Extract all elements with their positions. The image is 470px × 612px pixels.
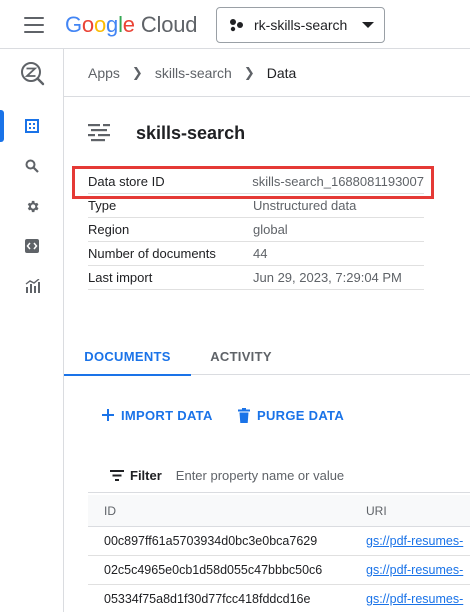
search-icon	[25, 159, 39, 173]
logo-letter: e	[122, 12, 135, 37]
table-row: 00c897ff61a5703934d0bc3e0bca7629 gs://pd…	[88, 527, 470, 556]
data-store-details: Data store ID skills-search_168808119300…	[88, 170, 424, 290]
trash-icon	[238, 407, 250, 423]
column-header-id[interactable]: ID	[88, 504, 366, 518]
detail-row: Data store ID skills-search_168808119300…	[88, 170, 424, 194]
document-id: 00c897ff61a5703934d0bc3e0bca7629	[104, 534, 318, 548]
filter-input[interactable]	[175, 468, 376, 483]
logo-letter: G	[65, 12, 82, 37]
detail-key: Region	[88, 222, 130, 237]
google-cloud-logo[interactable]: Google Cloud	[65, 12, 197, 38]
detail-key: Data store ID	[88, 174, 165, 189]
filter-icon	[110, 470, 124, 481]
project-picker-label: rk-skills-search	[254, 17, 348, 33]
nav-data[interactable]	[0, 106, 64, 146]
plus-icon	[102, 409, 114, 421]
chevron-right-icon: ❯	[243, 64, 255, 80]
detail-row: Last import Jun 29, 2023, 7:29:04 PM	[88, 266, 424, 290]
document-id: 05334f75a8d1f30d77fcc418fddcd16e	[104, 592, 311, 606]
detail-key: Type	[88, 198, 117, 213]
project-picker[interactable]: rk-skills-search	[216, 7, 385, 43]
dashboard-icon	[25, 119, 39, 133]
detail-value: 44	[253, 246, 268, 261]
code-icon	[25, 239, 39, 253]
detail-value: Jun 29, 2023, 7:29:04 PM	[253, 270, 402, 285]
detail-key: Number of documents	[88, 246, 216, 261]
detail-value: global	[253, 222, 288, 237]
search-integration-icon	[21, 62, 45, 86]
tab-activity[interactable]: ACTIVITY	[191, 337, 291, 375]
gear-icon	[27, 200, 38, 212]
purge-data-button[interactable]: PURGE DATA	[237, 404, 344, 426]
main-menu-icon[interactable]	[24, 17, 44, 33]
column-header-uri[interactable]: URI	[366, 504, 470, 518]
filter-bar: Filter	[88, 459, 470, 493]
table-row: 05334f75a8d1f30d77fcc418fddcd16e gs://pd…	[88, 585, 470, 612]
page-title: skills-search	[136, 122, 246, 143]
table-header: ID URI	[88, 495, 470, 527]
document-uri-link[interactable]: gs://pdf-resumes-	[366, 534, 463, 548]
chevron-down-icon	[362, 22, 374, 28]
logo-letter: o	[81, 12, 94, 37]
document-uri-link[interactable]: gs://pdf-resumes-	[366, 592, 463, 606]
nav-search-integration[interactable]	[0, 52, 64, 96]
tab-documents[interactable]: DOCUMENTS	[64, 337, 191, 376]
nav-analytics[interactable]	[0, 266, 64, 306]
detail-key: Last import	[88, 270, 153, 285]
detail-row: Region global	[88, 218, 424, 242]
detail-row: Number of documents 44	[88, 242, 424, 266]
nav-configurations[interactable]	[0, 186, 64, 226]
document-id: 02c5c4965e0cb1d58d055c47bbbc50c6	[104, 563, 323, 577]
documents-table: ID URI 00c897ff61a5703934d0bc3e0bca7629 …	[88, 495, 470, 612]
left-nav	[0, 49, 64, 612]
logo-letter: o	[93, 12, 107, 37]
chevron-right-icon: ❯	[131, 64, 143, 80]
breadcrumb: Apps ❯ skills-search ❯ Data	[64, 49, 470, 97]
analytics-icon	[25, 279, 40, 293]
detail-value: skills-search_1688081193007	[252, 174, 424, 189]
import-data-label: IMPORT DATA	[121, 407, 213, 423]
logo-cloud-word: Cloud	[140, 12, 198, 37]
breadcrumb-current: Data	[266, 64, 297, 81]
document-uri-link[interactable]: gs://pdf-resumes-	[366, 563, 463, 577]
detail-value: Unstructured data	[253, 198, 357, 213]
top-bar: Google Cloud rk-skills-search	[0, 0, 470, 49]
purge-data-label: PURGE DATA	[257, 407, 345, 423]
detail-row: Type Unstructured data	[88, 194, 424, 218]
filter-label: Filter	[130, 468, 162, 483]
data-store-icon	[88, 124, 110, 142]
nav-preview[interactable]	[0, 146, 64, 186]
import-data-button[interactable]: IMPORT DATA	[101, 404, 213, 426]
breadcrumb-app[interactable]: skills-search	[155, 65, 232, 81]
logo-letter: g	[106, 12, 119, 37]
project-dots-icon	[230, 19, 243, 32]
breadcrumb-apps[interactable]: Apps	[88, 65, 120, 81]
tab-bar: DOCUMENTS ACTIVITY	[64, 337, 470, 376]
page-header: skills-search	[64, 97, 470, 169]
nav-integration[interactable]	[0, 226, 64, 266]
table-row: 02c5c4965e0cb1d58d055c47bbbc50c6 gs://pd…	[88, 556, 470, 585]
